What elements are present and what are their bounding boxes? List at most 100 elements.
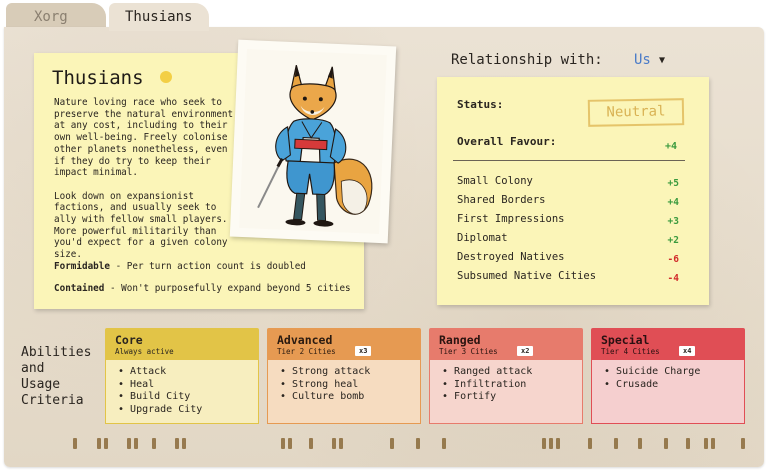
abilities-section-label: Abilities and Usage Criteria	[21, 345, 92, 408]
ability-list: Attack Heal Build City Upgrade City	[118, 366, 202, 416]
index-mark	[741, 438, 745, 449]
ability-list: Suicide Charge Crusade	[604, 366, 700, 391]
ability-item: Attack	[118, 366, 202, 379]
index-mark	[175, 438, 179, 449]
ability-item: Build City	[118, 391, 202, 404]
dropdown-caret-icon[interactable]: ▼	[659, 55, 665, 66]
relationship-select[interactable]: Us	[634, 52, 651, 68]
ability-item: Fortify	[442, 391, 532, 404]
card-header: Advanced Tier 2 Cities x3	[267, 328, 421, 360]
index-mark	[332, 438, 336, 449]
modifier-name: Shared Borders	[457, 194, 546, 206]
card-body: Ranged attack Infiltration Fortify	[429, 360, 583, 424]
ability-item: Infiltration	[442, 379, 532, 392]
index-mark	[442, 438, 446, 449]
card-subtitle: Tier 4 Cities	[601, 347, 660, 356]
card-title: Core	[115, 333, 143, 347]
ability-card-advanced: Advanced Tier 2 Cities x3 Strong attack …	[267, 328, 421, 424]
relationship-status-note: Status: Neutral Overall Favour: +4 Small…	[437, 77, 709, 305]
card-header: Core Always active	[105, 328, 259, 360]
index-mark	[542, 438, 546, 449]
trait-text: - Per turn action count is doubled	[109, 261, 306, 272]
status-stamp: Neutral	[587, 98, 685, 127]
modifier-name: Diplomat	[457, 232, 508, 244]
tab-thusians[interactable]: Thusians	[109, 3, 209, 31]
modifier-value: -4	[667, 273, 679, 284]
ability-item: Crusade	[604, 379, 700, 392]
ability-item: Suicide Charge	[604, 366, 700, 379]
race-name: Thusians	[52, 67, 144, 89]
modifier-row: Destroyed Natives -6	[457, 251, 685, 267]
modifier-value: +5	[667, 178, 679, 189]
index-mark	[556, 438, 560, 449]
modifier-value: -6	[667, 254, 679, 265]
ability-list: Strong attack Strong heal Culture bomb	[280, 366, 370, 404]
index-mark	[686, 438, 690, 449]
index-mark	[127, 438, 131, 449]
ability-list: Ranged attack Infiltration Fortify	[442, 366, 532, 404]
race-portrait	[229, 39, 397, 244]
index-mark	[588, 438, 592, 449]
card-body: Strong attack Strong heal Culture bomb	[267, 360, 421, 424]
ability-card-special: Special Tier 4 Cities x4 Suicide Charge …	[591, 328, 745, 424]
ability-item: Ranged attack	[442, 366, 532, 379]
index-mark	[614, 438, 618, 449]
divider	[453, 160, 685, 161]
index-mark	[549, 438, 553, 449]
ability-item: Upgrade City	[118, 404, 202, 417]
card-title: Advanced	[277, 333, 333, 347]
ability-item: Culture bomb	[280, 391, 370, 404]
ability-card-ranged: Ranged Tier 3 Cities x2 Ranged attack In…	[429, 328, 583, 424]
favour-value: +4	[665, 141, 678, 152]
index-mark	[281, 438, 285, 449]
multiplier-badge: x4	[679, 346, 696, 356]
card-subtitle: Tier 2 Cities	[277, 347, 336, 356]
trait-name: Contained	[54, 283, 105, 294]
index-mark	[638, 438, 642, 449]
relationship-label: Relationship with:	[451, 52, 603, 68]
modifier-value: +2	[667, 235, 679, 246]
index-mark	[288, 438, 292, 449]
card-title: Special	[601, 333, 650, 347]
trait-contained: Contained - Won't purposefully expand be…	[54, 283, 351, 294]
ability-item: Strong heal	[280, 379, 370, 392]
card-subtitle: Tier 3 Cities	[439, 347, 498, 356]
modifier-row: Shared Borders +4	[457, 194, 685, 210]
ability-item: Strong attack	[280, 366, 370, 379]
ability-card-core: Core Always active Attack Heal Build Cit…	[105, 328, 259, 424]
modifier-row: Small Colony +5	[457, 175, 685, 191]
modifier-name: Destroyed Natives	[457, 251, 565, 263]
modifier-name: First Impressions	[457, 213, 565, 225]
modifier-row: Subsumed Native Cities -4	[457, 270, 685, 286]
fox-icon	[257, 65, 373, 227]
index-mark	[182, 438, 186, 449]
index-mark	[704, 438, 708, 449]
multiplier-badge: x3	[355, 346, 372, 356]
index-mark	[664, 438, 668, 449]
index-mark	[416, 438, 420, 449]
card-header: Ranged Tier 3 Cities x2	[429, 328, 583, 360]
card-title: Ranged	[439, 333, 481, 347]
multiplier-badge: x2	[517, 346, 534, 356]
modifier-value: +4	[667, 197, 679, 208]
index-mark	[390, 438, 394, 449]
modifier-name: Small Colony	[457, 175, 533, 187]
card-subtitle: Always active	[115, 347, 174, 356]
index-mark	[104, 438, 108, 449]
trait-formidable: Formidable - Per turn action count is do…	[54, 261, 306, 272]
modifier-name: Subsumed Native Cities	[457, 270, 597, 282]
trait-text: - Won't purposefully expand beyond 5 cit…	[104, 283, 351, 294]
index-mark	[73, 438, 77, 449]
race-color-dot	[160, 71, 172, 83]
card-body: Attack Heal Build City Upgrade City	[105, 360, 259, 424]
modifier-value: +3	[667, 216, 679, 227]
index-mark	[339, 438, 343, 449]
index-mark	[97, 438, 101, 449]
favour-label: Overall Favour:	[457, 135, 557, 148]
card-header: Special Tier 4 Cities x4	[591, 328, 745, 360]
index-mark	[309, 438, 313, 449]
card-body: Suicide Charge Crusade	[591, 360, 745, 424]
fox-character-illustration	[239, 49, 387, 234]
trait-name: Formidable	[54, 261, 110, 272]
index-mark	[134, 438, 138, 449]
